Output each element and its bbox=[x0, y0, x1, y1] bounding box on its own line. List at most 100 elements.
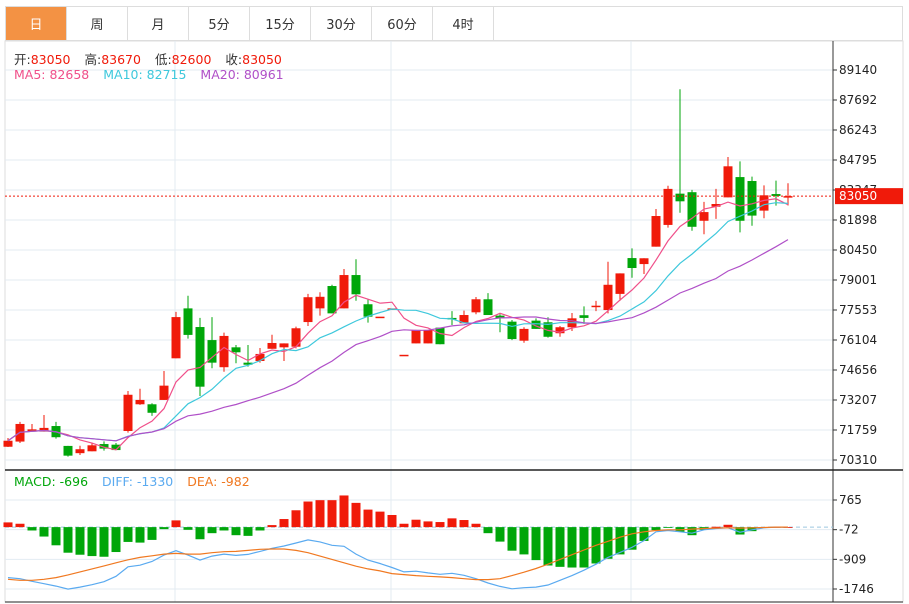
candle-body bbox=[783, 196, 793, 198]
candle bbox=[399, 354, 409, 357]
macd-bar bbox=[543, 527, 553, 566]
candle-body bbox=[303, 297, 313, 323]
candle-body bbox=[663, 188, 673, 225]
high-label: 高: bbox=[84, 52, 102, 67]
macd-tick-label: -909 bbox=[839, 552, 866, 566]
candle bbox=[735, 161, 745, 233]
candle-body bbox=[399, 354, 409, 357]
macd-bar bbox=[627, 527, 637, 550]
macd-bar bbox=[723, 524, 733, 528]
macd-bar bbox=[615, 527, 625, 555]
candle-body bbox=[123, 394, 133, 432]
macd-bar bbox=[651, 527, 661, 531]
candle-body bbox=[135, 399, 145, 405]
macd-bar bbox=[219, 527, 229, 531]
price-tick-label: 84795 bbox=[839, 153, 877, 167]
macd-bar bbox=[111, 527, 121, 553]
candle-body bbox=[219, 335, 229, 368]
macd-bar bbox=[519, 527, 529, 555]
candle bbox=[375, 316, 385, 319]
candle bbox=[771, 180, 781, 206]
candle-body bbox=[315, 296, 325, 309]
candle bbox=[471, 296, 481, 315]
macd-bar bbox=[39, 527, 49, 537]
macd-bar bbox=[303, 501, 313, 528]
price-tick-label: 89140 bbox=[839, 63, 877, 77]
macd-bar bbox=[27, 527, 37, 531]
price-tick-label: 77553 bbox=[839, 303, 877, 317]
candle bbox=[699, 201, 709, 235]
macd-legend-value: MACD: -696 bbox=[14, 474, 89, 489]
candle bbox=[579, 306, 589, 324]
macd-bar bbox=[231, 527, 241, 536]
candle bbox=[291, 326, 301, 349]
macd-bar bbox=[147, 527, 157, 540]
macd-bar bbox=[363, 509, 373, 528]
candle-body bbox=[171, 317, 181, 359]
macd-bar bbox=[423, 521, 433, 528]
macd-bar bbox=[327, 500, 337, 528]
macd-bar bbox=[135, 527, 145, 543]
candle-body bbox=[267, 342, 277, 349]
macd-bar bbox=[339, 495, 349, 528]
candle-body bbox=[591, 305, 601, 308]
macd-bar bbox=[99, 527, 109, 557]
candle bbox=[507, 319, 517, 341]
candle bbox=[39, 415, 49, 432]
candle bbox=[363, 299, 373, 323]
candle-body bbox=[699, 212, 709, 221]
macd-bar bbox=[387, 514, 397, 528]
candle bbox=[123, 391, 133, 433]
candle-body bbox=[603, 284, 613, 311]
candle bbox=[219, 332, 229, 372]
macd-bar bbox=[531, 527, 541, 561]
candle bbox=[171, 311, 181, 359]
price-tick-label: 73207 bbox=[839, 393, 877, 407]
price-tick-label: 87692 bbox=[839, 93, 877, 107]
candle-body bbox=[771, 194, 781, 196]
candle bbox=[447, 311, 457, 325]
candle-body bbox=[723, 166, 733, 198]
candle bbox=[603, 261, 613, 314]
macd-tick-label: -72 bbox=[839, 523, 859, 537]
candle-body bbox=[159, 385, 169, 400]
macd-bar bbox=[579, 527, 589, 568]
candle bbox=[279, 343, 289, 361]
candle bbox=[303, 293, 313, 326]
candle-body bbox=[327, 286, 337, 314]
macd-bar bbox=[351, 502, 361, 528]
candle-body bbox=[87, 445, 97, 452]
open-label: 开: bbox=[14, 52, 31, 67]
macd-bar bbox=[171, 520, 181, 528]
open-value: 83050 bbox=[30, 52, 71, 67]
price-tick-label: 81898 bbox=[839, 213, 877, 227]
candle-body bbox=[279, 343, 289, 348]
candle bbox=[411, 329, 421, 344]
candle bbox=[639, 258, 649, 275]
candle bbox=[423, 329, 433, 344]
candlestick-chart[interactable]: 8914087692862438479583347818988045079001… bbox=[0, 0, 909, 604]
low-value: 82600 bbox=[171, 52, 212, 67]
ma-legend: MA5: 82658 MA10: 82715 MA20: 80961 bbox=[14, 67, 294, 82]
candle bbox=[627, 248, 637, 278]
macd-bar bbox=[243, 527, 253, 536]
candle-body bbox=[435, 327, 445, 345]
candle-body bbox=[147, 404, 157, 413]
macd-bar bbox=[567, 527, 577, 568]
candle bbox=[351, 259, 361, 301]
candle-body bbox=[519, 328, 529, 341]
macd-tick-label: 765 bbox=[839, 493, 862, 507]
macd-bar bbox=[483, 527, 493, 534]
candle bbox=[267, 334, 277, 349]
macd-bar bbox=[507, 527, 517, 551]
candle-body bbox=[483, 299, 493, 316]
dea-legend-value: DEA: -982 bbox=[187, 474, 250, 489]
candle bbox=[243, 345, 253, 367]
macd-bar bbox=[291, 510, 301, 528]
macd-bar bbox=[123, 527, 133, 542]
last-price-label: 83050 bbox=[839, 189, 877, 203]
macd-bar bbox=[471, 523, 481, 528]
candle bbox=[27, 423, 37, 432]
candle bbox=[519, 327, 529, 343]
candle-body bbox=[183, 308, 193, 335]
